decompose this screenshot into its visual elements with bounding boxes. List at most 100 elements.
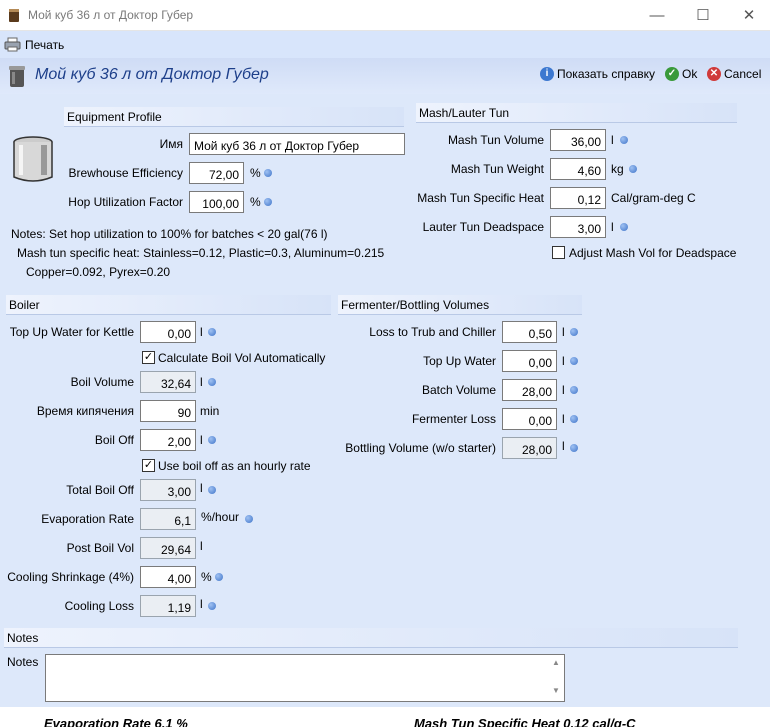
- info-dot-icon[interactable]: [620, 136, 628, 144]
- total-boil-off-field: [140, 479, 196, 501]
- hop-utilization-unit: %: [250, 195, 261, 209]
- calc-boil-label: Calculate Boil Vol Automatically: [158, 351, 326, 365]
- notes-scrollbar[interactable]: ▲ ▼: [549, 656, 563, 700]
- help-label: Показать справку: [557, 67, 655, 81]
- info-dot-icon[interactable]: [208, 602, 216, 610]
- footer-right-fragment: Mash Tun Specific Heat 0,12 cal/g-C: [414, 716, 636, 727]
- total-boil-off-label: Total Boil Off: [66, 483, 134, 497]
- cooling-loss-unit: l: [200, 597, 203, 611]
- name-input[interactable]: [189, 133, 405, 155]
- info-dot-icon[interactable]: [208, 328, 216, 336]
- info-dot-icon[interactable]: [245, 515, 253, 523]
- hourly-rate-label: Use boil off as an hourly rate: [158, 459, 311, 473]
- mash-heat-input[interactable]: [550, 187, 606, 209]
- cooling-shrinkage-input[interactable]: [140, 566, 196, 588]
- name-label: Имя: [159, 137, 183, 151]
- mash-section-header: Mash/Lauter Tun: [416, 103, 737, 123]
- mash-weight-label: Mash Tun Weight: [450, 162, 544, 176]
- deadspace-label: Lauter Tun Deadspace: [422, 220, 544, 234]
- fermenter-loss-label: Fermenter Loss: [411, 412, 496, 426]
- adjust-mash-label: Adjust Mash Vol for Deadspace: [569, 246, 737, 260]
- mash-heat-unit: Cal/gram-deg C: [611, 191, 696, 205]
- notes-textarea[interactable]: [45, 654, 565, 702]
- equipment-section-header: Equipment Profile: [64, 107, 404, 127]
- minimize-button[interactable]: —: [634, 0, 680, 31]
- fermenter-loss-unit: l: [562, 412, 565, 426]
- deadspace-unit: l: [611, 220, 614, 234]
- info-dot-icon[interactable]: [264, 169, 272, 177]
- info-dot-icon[interactable]: [570, 444, 578, 452]
- trub-loss-label: Loss to Trub and Chiller: [369, 325, 496, 339]
- cancel-label: Cancel: [724, 67, 762, 81]
- info-dot-icon[interactable]: [215, 573, 223, 581]
- boil-time-input[interactable]: [140, 400, 196, 422]
- efficiency-unit: %: [250, 166, 261, 180]
- post-boil-field: [140, 537, 196, 559]
- notes-label: Notes: [7, 655, 39, 669]
- calc-boil-checkbox[interactable]: ✓: [142, 351, 155, 364]
- header-bar: Мой куб 36 л от Доктор Губер i Показать …: [0, 58, 770, 94]
- window-titlebar: Мой куб 36 л от Доктор Губер — ☐ ✕: [0, 0, 770, 31]
- printer-icon: [4, 37, 21, 52]
- info-dot-icon[interactable]: [629, 165, 637, 173]
- ok-label: Ok: [682, 67, 698, 81]
- info-dot-icon[interactable]: [570, 415, 578, 423]
- notes-text-2: Mash tun specific heat: Stainless=0.12, …: [17, 246, 385, 260]
- evaporation-rate-field: [140, 508, 196, 530]
- info-dot-icon[interactable]: [208, 378, 216, 386]
- bottling-volume-unit: l: [562, 439, 565, 453]
- cancel-icon: ✕: [707, 67, 721, 81]
- info-dot-icon[interactable]: [208, 436, 216, 444]
- fermenter-topup-label: Top Up Water: [423, 354, 496, 368]
- fermenter-topup-input[interactable]: [502, 350, 557, 372]
- trub-loss-input[interactable]: [502, 321, 557, 343]
- boil-off-label: Boil Off: [94, 433, 134, 447]
- maximize-button[interactable]: ☐: [680, 0, 726, 31]
- print-button[interactable]: Печать: [4, 37, 64, 52]
- evaporation-rate-label: Evaporation Rate: [41, 512, 134, 526]
- mash-volume-input[interactable]: [550, 129, 606, 151]
- toolbar: Печать: [0, 31, 770, 58]
- fermenter-loss-input[interactable]: [502, 408, 557, 430]
- info-dot-icon[interactable]: [264, 198, 272, 206]
- boil-off-unit: l: [200, 433, 203, 447]
- mash-weight-input[interactable]: [550, 158, 606, 180]
- mash-heat-label: Mash Tun Specific Heat: [417, 191, 544, 205]
- boil-volume-unit: l: [200, 375, 203, 389]
- notes-text-3: Copper=0.092, Pyrex=0.20: [26, 265, 171, 279]
- mash-volume-unit: l: [611, 133, 614, 147]
- deadspace-input[interactable]: [550, 216, 606, 238]
- hourly-rate-checkbox[interactable]: ✓: [142, 459, 155, 472]
- fermenter-section-header: Fermenter/Bottling Volumes: [338, 295, 582, 315]
- topup-kettle-label: Top Up Water for Kettle: [9, 325, 134, 339]
- info-dot-icon[interactable]: [570, 328, 578, 336]
- trub-loss-unit: l: [562, 325, 565, 339]
- footer-left-fragment: Evaporation Rate 6,1 %: [44, 716, 188, 727]
- help-button[interactable]: i Показать справку: [540, 67, 655, 81]
- total-boil-off-unit: l: [200, 481, 203, 495]
- fermenter-topup-unit: l: [562, 354, 565, 368]
- hop-utilization-label: Hop Utilization Factor: [68, 195, 183, 209]
- close-window-button[interactable]: ✕: [726, 0, 770, 31]
- info-dot-icon[interactable]: [208, 486, 216, 494]
- ok-button[interactable]: ✓ Ok: [665, 67, 697, 81]
- topup-kettle-unit: l: [200, 325, 203, 339]
- batch-volume-input[interactable]: [502, 379, 557, 401]
- adjust-mash-checkbox[interactable]: [552, 246, 565, 259]
- boil-off-input[interactable]: [140, 429, 196, 451]
- kettle-icon: [9, 66, 25, 87]
- cancel-button[interactable]: ✕ Cancel: [707, 67, 761, 81]
- post-boil-label: Post Boil Vol: [66, 541, 134, 555]
- info-dot-icon[interactable]: [570, 357, 578, 365]
- notes-section-header: Notes: [4, 628, 738, 648]
- info-dot-icon[interactable]: [620, 223, 628, 231]
- efficiency-input[interactable]: [189, 162, 244, 184]
- topup-kettle-input[interactable]: [140, 321, 196, 343]
- boil-time-unit: min: [200, 404, 220, 418]
- cooling-loss-label: Cooling Loss: [64, 599, 134, 613]
- bottling-volume-label: Bottling Volume (w/o starter): [345, 441, 496, 455]
- background-window-fragment: Evaporation Rate 6,1 % Mash Tun Specific…: [0, 707, 770, 727]
- boiler-section-header: Boiler: [6, 295, 331, 315]
- hop-utilization-input[interactable]: [189, 191, 244, 213]
- info-dot-icon[interactable]: [570, 386, 578, 394]
